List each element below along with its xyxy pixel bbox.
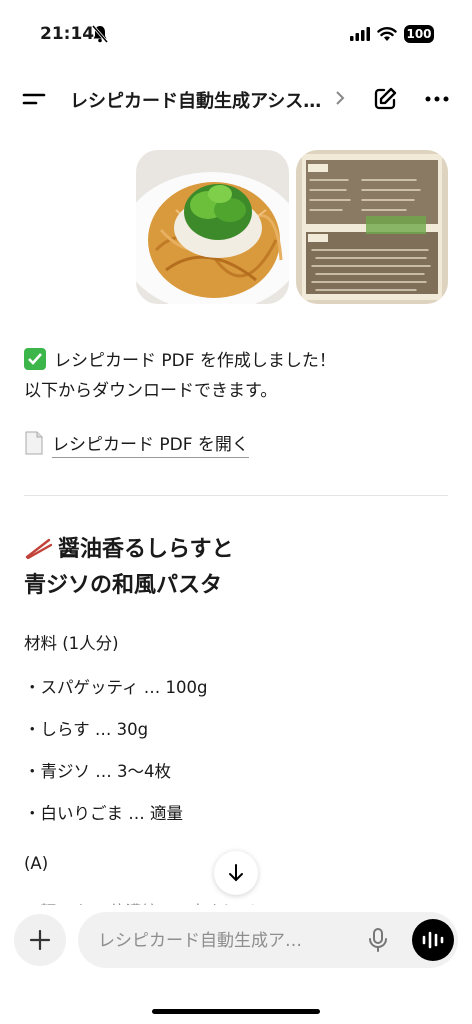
- chat-header: レシピカード自動生成アシス…: [0, 78, 472, 120]
- plus-icon: [29, 929, 51, 951]
- ingredient-item: ・白いりごま … 適量: [24, 804, 183, 823]
- chopsticks-icon: [25, 538, 52, 559]
- home-indicator: [152, 1009, 320, 1014]
- document-icon: [25, 431, 43, 455]
- ingredient-item: ・スパゲッティ … 100g: [24, 678, 208, 697]
- message-line-2: 以下からダウンロードできます。: [24, 381, 278, 401]
- status-bar: 21:14 100: [0, 0, 472, 66]
- ingredient-item: ・青ジソ … 3〜4枚: [24, 762, 171, 781]
- scroll-down-button[interactable]: [214, 851, 258, 895]
- waveform-icon: [422, 931, 444, 949]
- recipe-title-line-1: 醤油香るしらすと: [58, 537, 234, 562]
- signal-icon: [350, 27, 370, 41]
- more-options-icon[interactable]: [424, 86, 450, 112]
- chevron-right-icon[interactable]: [334, 89, 346, 107]
- ingredient-item: ・しらす … 30g: [24, 720, 149, 739]
- status-time: 21:14: [40, 24, 95, 44]
- pdf-download-link[interactable]: レシピカード PDF を開く: [24, 430, 249, 462]
- menu-icon[interactable]: [22, 88, 46, 110]
- group-a-label: (A): [24, 854, 49, 873]
- recipe-card-preview[interactable]: [296, 150, 448, 304]
- microphone-icon[interactable]: [367, 927, 389, 953]
- ingredients-heading: 材料 (1人分): [24, 634, 119, 653]
- recipe-title-line-2: 青ジソの和風パスタ: [24, 573, 223, 598]
- conversation-title[interactable]: レシピカード自動生成アシス…: [70, 87, 332, 113]
- divider: [24, 495, 448, 496]
- check-mark-icon: [24, 348, 46, 370]
- battery-indicator: 100: [404, 25, 434, 43]
- message-line-1-text: レシピカード PDF を作成しました！: [54, 351, 336, 371]
- message-line-1: レシピカード PDF を作成しました！: [24, 346, 336, 376]
- recipe-title: 醤油香るしらすと 青ジソの和風パスタ: [24, 532, 444, 604]
- voice-mode-button[interactable]: [412, 919, 454, 961]
- new-chat-edit-icon[interactable]: [372, 86, 398, 112]
- pasta-photo[interactable]: [136, 150, 289, 304]
- message-input[interactable]: [96, 926, 355, 956]
- add-attachment-button[interactable]: [14, 914, 66, 966]
- pdf-link-text[interactable]: レシピカード PDF を開く: [52, 435, 249, 458]
- wifi-icon: [377, 27, 397, 41]
- message-composer: [78, 912, 458, 968]
- bell-off-icon: [92, 25, 108, 43]
- arrow-down-icon: [229, 864, 243, 882]
